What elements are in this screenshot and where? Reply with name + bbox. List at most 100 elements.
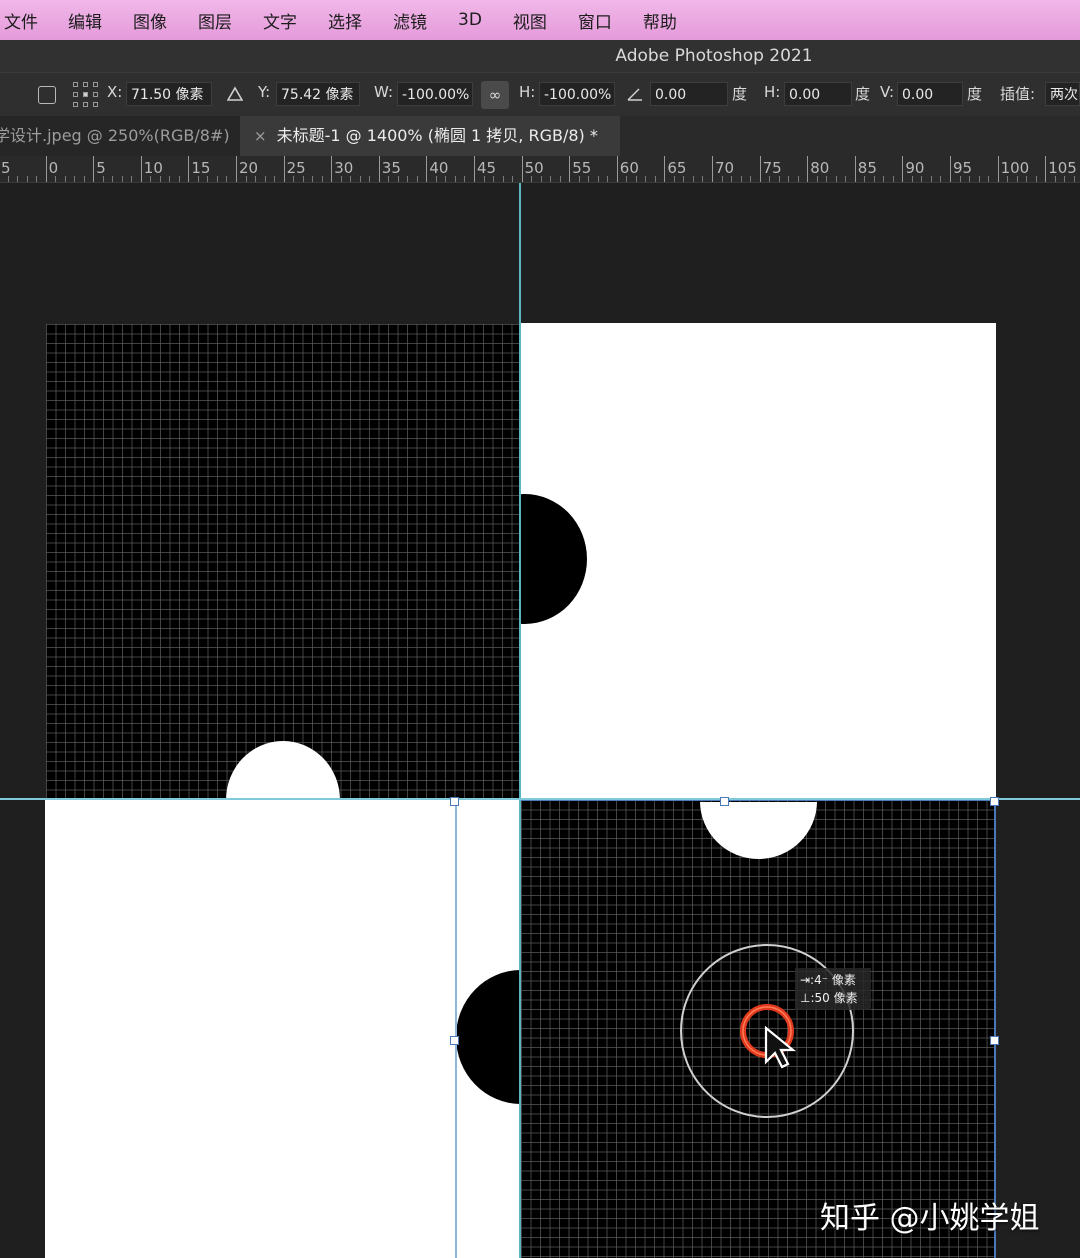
close-icon[interactable]: × <box>254 127 267 145</box>
transform-handle[interactable] <box>450 1036 459 1045</box>
checkbox-icon[interactable] <box>38 86 56 104</box>
ruler-minor-tick <box>788 176 790 182</box>
ruler-tick <box>712 156 713 182</box>
menu-item-0[interactable]: 文件 <box>4 8 38 33</box>
ruler-minor-tick <box>159 176 161 182</box>
skew-v-unit: 度 <box>967 85 983 103</box>
y-label: Y: <box>258 83 271 101</box>
ruler-label: 0 <box>48 159 59 177</box>
skew-h-label: H: <box>764 83 781 101</box>
ruler-minor-tick <box>7 176 9 182</box>
ruler-minor-tick <box>988 176 990 182</box>
ruler-minor-tick <box>797 176 799 182</box>
ruler-tick <box>950 156 951 182</box>
menu-item-2[interactable]: 图像 <box>133 8 167 33</box>
menu-item-3[interactable]: 图层 <box>198 8 232 33</box>
ruler-minor-tick <box>388 176 390 182</box>
ruler-minor-tick <box>1026 176 1028 182</box>
menu-item-10[interactable]: 帮助 <box>643 8 677 33</box>
ruler-minor-tick <box>845 176 847 182</box>
interpolation-select[interactable]: 两次 <box>1045 82 1080 106</box>
ruler-minor-tick <box>1016 176 1018 182</box>
bounding-box-right <box>994 800 996 1258</box>
menu-item-9[interactable]: 窗口 <box>578 8 612 33</box>
menu-item-5[interactable]: 选择 <box>328 8 362 33</box>
menu-item-4[interactable]: 文字 <box>263 8 297 33</box>
ruler-minor-tick <box>607 176 609 182</box>
ruler-minor-tick <box>407 176 409 182</box>
ruler-minor-tick <box>340 176 342 182</box>
ruler-minor-tick <box>921 176 923 182</box>
menu-item-7[interactable]: 3D <box>458 10 482 30</box>
ruler-minor-tick <box>683 176 685 182</box>
ruler-minor-tick <box>673 176 675 182</box>
link-icon[interactable]: ∞ <box>481 81 509 109</box>
menu-item-1[interactable]: 编辑 <box>68 8 102 33</box>
ruler-minor-tick <box>350 176 352 182</box>
ruler-label: 60 <box>619 159 639 177</box>
ruler-tick <box>140 156 142 182</box>
ruler-tick <box>378 156 380 182</box>
ruler-minor-tick <box>150 176 152 182</box>
ruler-minor-tick <box>1064 176 1066 182</box>
ruler-tick <box>759 156 761 182</box>
canvas[interactable]: ⇥:4⁻ 像素 ⊥:50 像素 知乎 @小姚学姐 <box>0 183 1080 1258</box>
angle-icon <box>627 88 642 101</box>
ruler-label: 45 <box>477 159 497 177</box>
tab-label: 学设计.jpeg @ 250%(RGB/8#) <box>0 126 230 145</box>
skew-h-field[interactable]: 0.00 <box>784 82 852 106</box>
ruler-tick <box>664 156 666 182</box>
ruler-minor-tick <box>702 176 704 182</box>
ruler-minor-tick <box>930 176 932 182</box>
transform-handle[interactable] <box>720 797 729 806</box>
tab-untitled-1[interactable]: × 未标题-1 @ 1400% (椭圆 1 拷贝, RGB/8) * <box>240 116 620 156</box>
ruler-minor-tick <box>940 176 942 182</box>
angle-field[interactable]: 0.00 <box>650 82 728 106</box>
menu-item-6[interactable]: 滤镜 <box>393 8 427 33</box>
h-label: H: <box>519 83 536 101</box>
ruler-minor-tick <box>226 176 228 182</box>
ruler-tick <box>45 156 47 182</box>
horizontal-ruler: 5 0 5 10 15 20 25 30 35 40 45 50 55 60 65 70 75 80 85 90 95 1… <box>0 156 1080 183</box>
ruler-minor-tick <box>435 176 437 182</box>
ruler-minor-tick <box>635 176 637 182</box>
ruler-minor-tick <box>721 176 723 182</box>
vertical-guide[interactable] <box>519 183 521 1258</box>
x-field[interactable]: 71.50 像素 <box>126 82 212 106</box>
puzzle-tile-top-left <box>46 324 521 800</box>
ruler-label: 50 <box>524 159 544 177</box>
ruler-minor-tick <box>892 176 894 182</box>
ruler-tick <box>1045 156 1047 182</box>
ruler-label: 100 <box>1000 159 1030 177</box>
reference-point-icon[interactable] <box>73 82 99 108</box>
tab-design-jpeg[interactable]: 学设计.jpeg @ 250%(RGB/8#) <box>0 116 240 156</box>
skew-v-field[interactable]: 0.00 <box>897 82 963 106</box>
ruler-label: 105 <box>1048 159 1077 177</box>
ruler-minor-tick <box>731 176 733 182</box>
ruler-minor-tick <box>264 176 266 182</box>
arrow-cursor-icon <box>764 1026 797 1069</box>
ruler-tick <box>902 156 904 182</box>
menu-item-8[interactable]: 视图 <box>513 8 547 33</box>
ruler-label: 30 <box>334 159 354 177</box>
w-field[interactable]: -100.00% <box>397 82 473 106</box>
ruler-minor-tick <box>1007 176 1009 182</box>
ruler-minor-tick <box>531 176 533 182</box>
transform-handle[interactable] <box>450 797 459 806</box>
skew-h-unit: 度 <box>855 85 871 103</box>
ruler-tick <box>474 156 475 182</box>
ruler-minor-tick <box>102 176 104 182</box>
transform-handle[interactable] <box>990 797 999 806</box>
selection-edge-left <box>455 800 457 1258</box>
ruler-minor-tick <box>274 176 276 182</box>
y-field[interactable]: 75.42 像素 <box>276 82 360 106</box>
ruler-minor-tick <box>588 176 590 182</box>
ruler-minor-tick <box>131 176 133 182</box>
puzzle-tile-top-right <box>521 323 996 800</box>
h-field[interactable]: -100.00% <box>539 82 615 106</box>
interpolation-label: 插值: <box>1000 85 1036 103</box>
ruler-minor-tick <box>835 176 837 182</box>
transform-handle[interactable] <box>990 1036 999 1045</box>
ruler-minor-tick <box>550 176 552 182</box>
skew-v-label: V: <box>880 83 895 101</box>
